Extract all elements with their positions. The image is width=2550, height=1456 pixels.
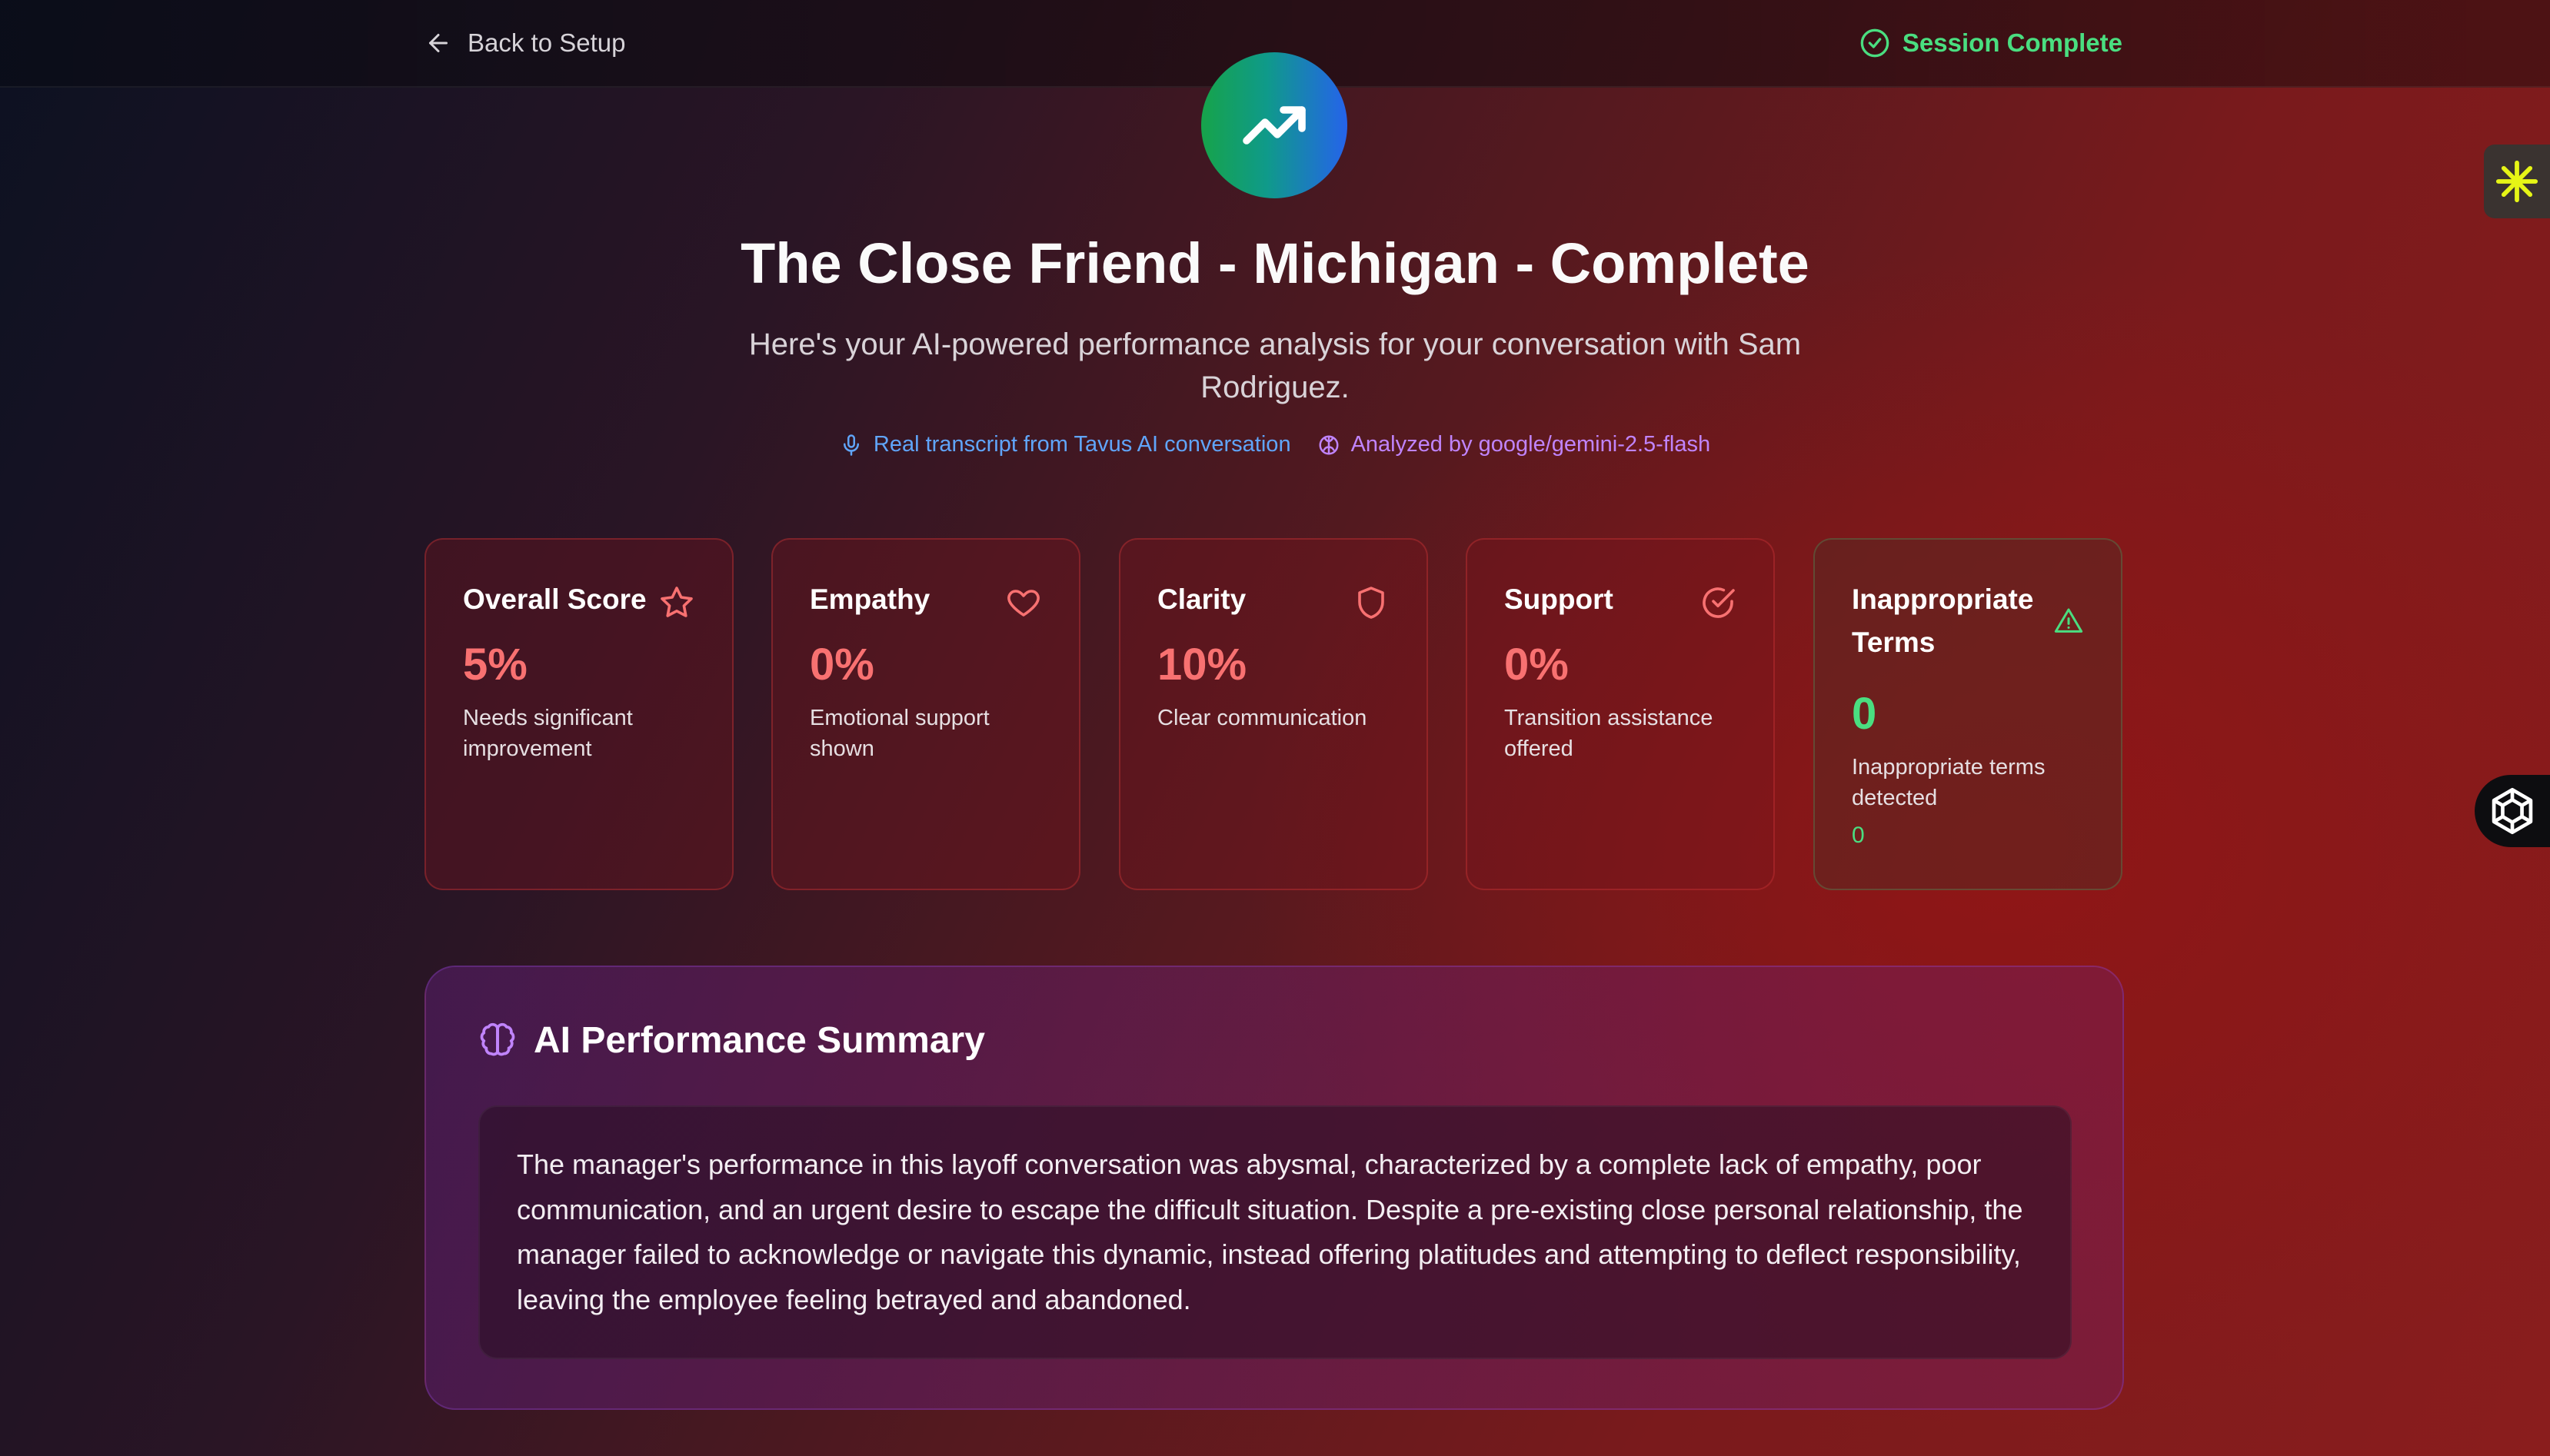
session-status-label: Session Complete: [1902, 28, 2122, 57]
asterisk-icon: [2495, 160, 2538, 203]
metric-card-clarity: Clarity 10% Clear communication: [1119, 538, 1428, 890]
summary-title: AI Performance Summary: [534, 1020, 985, 1061]
metric-extra-count: 0: [1852, 823, 1865, 848]
metric-card-empathy: Empathy 0% Emotional support shown: [771, 538, 1080, 890]
openai-logo-icon: [2492, 787, 2533, 835]
arrow-left-icon: [429, 34, 448, 52]
metric-description: Needs significant improvement: [463, 706, 633, 761]
metric-name: Overall Score: [463, 583, 647, 615]
metric-value: 0: [1852, 689, 1877, 739]
heart-icon: [1007, 590, 1040, 617]
assistant-launcher[interactable]: [2475, 775, 2550, 847]
metric-name: Clarity: [1157, 583, 1247, 615]
warning-triangle-icon: [2054, 608, 2083, 633]
shield-icon: [1358, 587, 1384, 619]
star-icon: [661, 587, 693, 617]
model-note: Analyzed by google/gemini-2.5-flash: [1317, 432, 1711, 457]
side-widget-tab[interactable]: [2484, 145, 2550, 218]
metric-description: Transition assistance offered: [1504, 706, 1713, 761]
transcript-note-label: Real transcript from Tavus AI conversati…: [873, 432, 1291, 457]
metric-value: 5%: [463, 640, 528, 690]
transcript-note: Real transcript from Tavus AI conversati…: [840, 432, 1291, 457]
brain-icon: [480, 1022, 515, 1055]
summary-text: The manager's performance in this layoff…: [478, 1105, 2072, 1359]
trending-up-icon: [1201, 52, 1347, 198]
analysis-meta: Real transcript from Tavus AI conversati…: [0, 432, 2550, 457]
back-to-setup-label: Back to Setup: [468, 28, 626, 57]
model-note-label: Analyzed by google/gemini-2.5-flash: [1350, 432, 1711, 457]
metric-card-support: Support 0% Transition assistance offered: [1466, 538, 1775, 890]
brain-icon: [1319, 435, 1339, 454]
check-circle-icon: [1860, 28, 1889, 58]
microphone-icon: [843, 434, 859, 456]
metric-name: Empathy: [810, 583, 930, 615]
metric-card-overall-score: Overall Score 5% Needs significant impro…: [424, 538, 734, 890]
metric-card-inappropriate-terms: Inappropriate Terms 0 Inappropriate term…: [1813, 538, 2122, 890]
metric-value: 0%: [810, 640, 874, 690]
back-to-setup-button[interactable]: Back to Setup: [424, 26, 625, 60]
metric-name: Inappropriate Terms: [1852, 583, 2034, 658]
metric-name: Support: [1504, 583, 1613, 615]
session-status: Session Complete: [1859, 26, 2122, 60]
metric-value: 10%: [1157, 640, 1247, 690]
ai-performance-summary: AI Performance Summary The manager's per…: [424, 966, 2124, 1410]
page-title: The Close Friend - Michigan - Complete: [741, 231, 1809, 295]
metric-description: Clear communication: [1157, 706, 1367, 730]
summary-header: AI Performance Summary: [478, 1019, 985, 1062]
metric-value: 0%: [1504, 640, 1569, 690]
check-circle-icon: [1703, 587, 1735, 618]
page-subtitle: Here's your AI-powered performance analy…: [748, 327, 1802, 404]
metric-description: Inappropriate terms detected: [1852, 755, 2046, 810]
metric-description: Emotional support shown: [810, 706, 990, 761]
